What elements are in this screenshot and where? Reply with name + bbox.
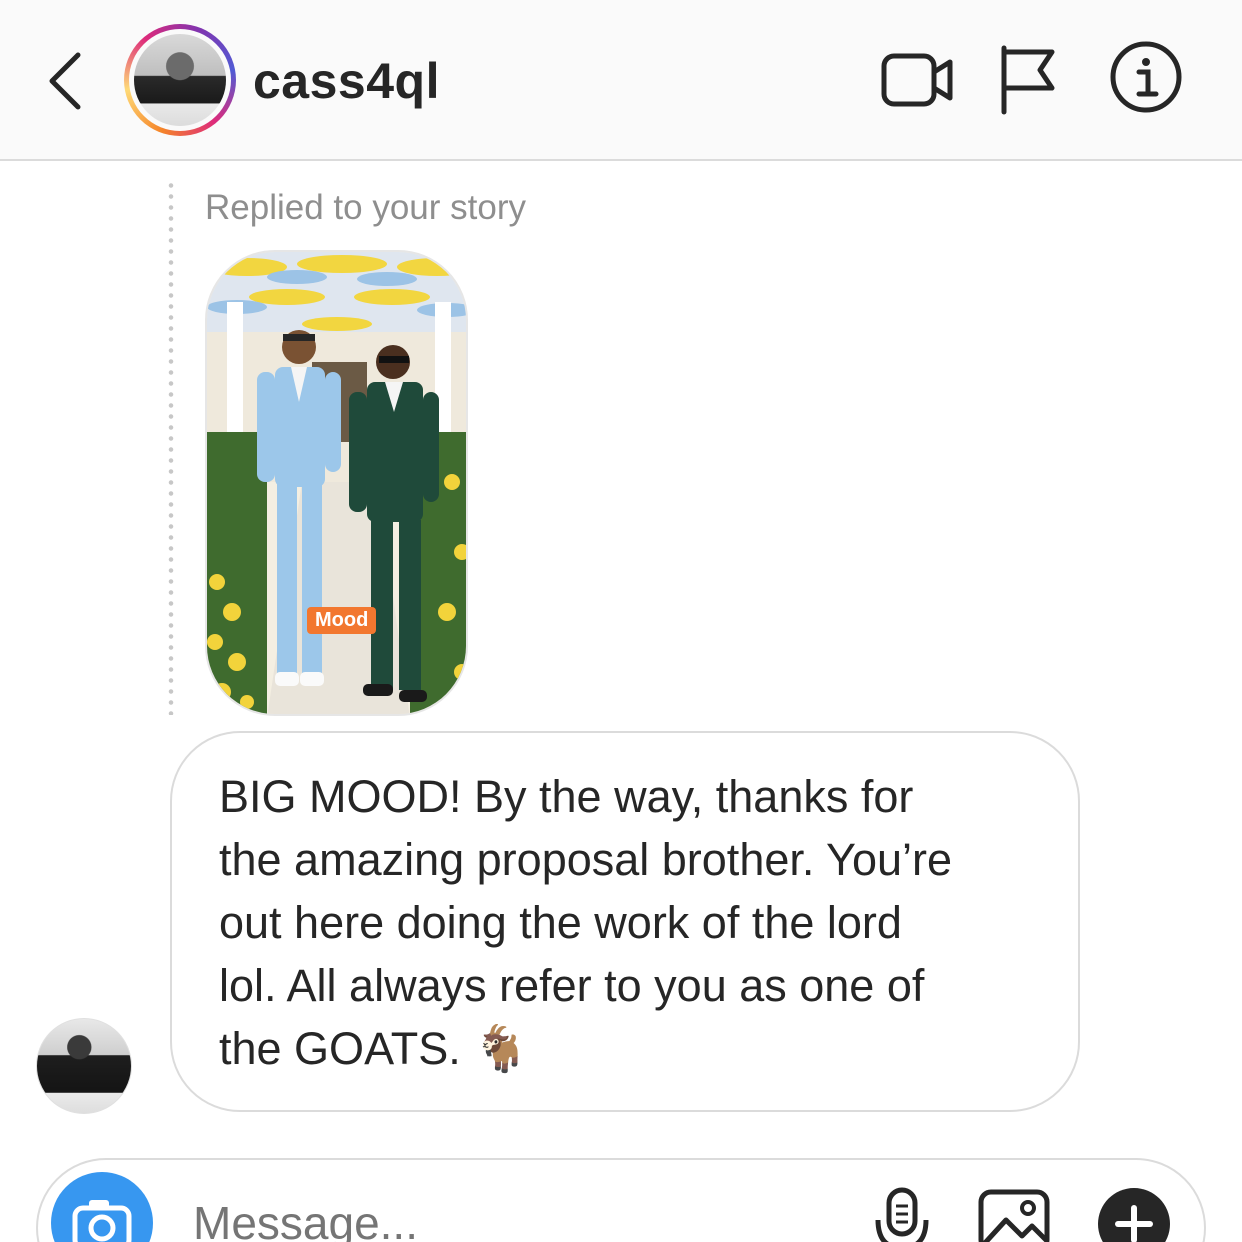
- back-button[interactable]: [40, 45, 100, 115]
- gallery-icon: [978, 1189, 1050, 1242]
- video-call-button[interactable]: [878, 40, 958, 120]
- more-options-button[interactable]: [1096, 1186, 1176, 1242]
- voice-message-button[interactable]: [864, 1186, 940, 1242]
- camera-button[interactable]: [51, 1172, 153, 1242]
- info-icon: [1110, 41, 1182, 113]
- plus-icon: [1098, 1188, 1170, 1242]
- chevron-left-icon: [49, 52, 81, 110]
- reply-indicator-line: [168, 180, 174, 715]
- sender-avatar[interactable]: [36, 1018, 132, 1114]
- profile-avatar[interactable]: [124, 24, 236, 136]
- message-line: lol. All always refer to you as one of: [219, 960, 925, 1011]
- message-bubble[interactable]: BIG MOOD! By the way, thanks for the ama…: [170, 731, 1080, 1112]
- message-input[interactable]: [193, 1196, 793, 1242]
- reply-label: Replied to your story: [205, 188, 526, 227]
- message-line: the amazing proposal brother. You’re: [219, 834, 953, 885]
- gallery-button[interactable]: [976, 1186, 1052, 1242]
- message-line: out here doing the work of the lord: [219, 897, 902, 948]
- story-photo: [207, 252, 466, 714]
- camera-icon: [72, 1200, 132, 1242]
- chat-header: cass4ql: [0, 0, 1242, 161]
- mood-sticker: Mood: [307, 607, 377, 634]
- info-button[interactable]: [1106, 40, 1186, 120]
- flag-icon: [1001, 45, 1055, 115]
- microphone-icon: [875, 1187, 929, 1242]
- message-line: BIG MOOD! By the way, thanks for: [219, 771, 914, 822]
- message-line: the GOATS. 🐐: [219, 1023, 530, 1074]
- avatar-photo: [134, 34, 226, 126]
- username[interactable]: cass4ql: [253, 52, 440, 110]
- story-thumbnail[interactable]: Mood: [205, 250, 468, 716]
- video-camera-icon: [881, 53, 953, 107]
- message-text: BIG MOOD! By the way, thanks for the ama…: [219, 765, 1049, 1080]
- report-button[interactable]: [990, 40, 1070, 120]
